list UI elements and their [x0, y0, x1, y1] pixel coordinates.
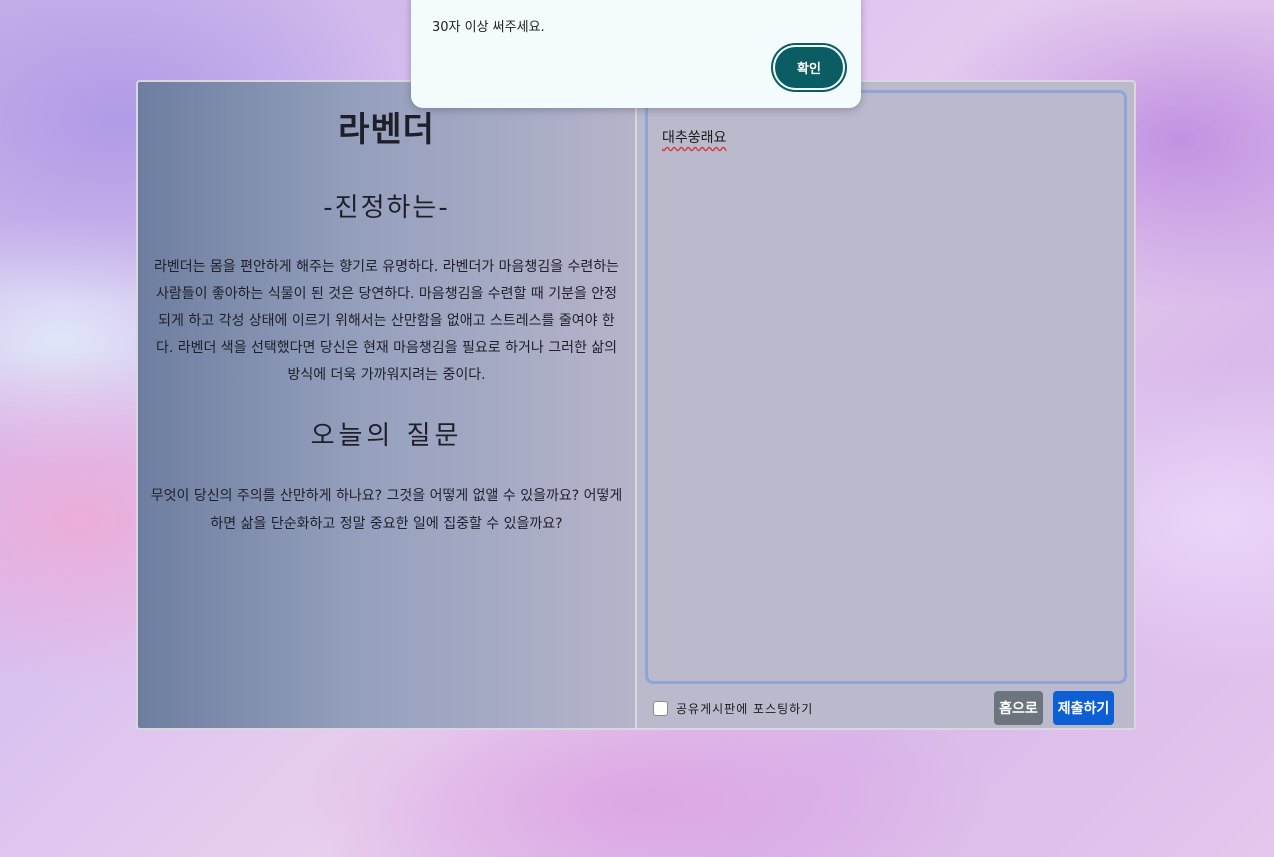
journal-card: 라벤더 -진정하는- 라벤더는 몸을 편안하게 해주는 향기로 유명하다. 라벤…: [136, 80, 1136, 730]
question-title: 오늘의 질문: [310, 421, 463, 451]
answer-textarea[interactable]: 대추쑹래요: [645, 90, 1127, 684]
home-button[interactable]: 홈으로: [994, 691, 1043, 725]
confirm-button[interactable]: 확인: [775, 47, 843, 88]
alert-message: 30자 이상 써주세요.: [432, 20, 545, 35]
share-checkbox-label: 공유게시판에 포스팅하기: [676, 701, 814, 716]
alert-dialog: 30자 이상 써주세요. 확인: [411, 0, 861, 108]
question-text: 무엇이 당신의 주의를 산만하게 하나요? 그것을 어떻게 없앨 수 있을까요?…: [150, 488, 623, 532]
share-checkbox[interactable]: [653, 700, 668, 716]
submit-button[interactable]: 제출하기: [1053, 691, 1114, 725]
flower-info-panel: 라벤더 -진정하는- 라벤더는 몸을 편안하게 해주는 향기로 유명하다. 라벤…: [138, 82, 637, 728]
flower-description: 라벤더는 몸을 편안하게 해주는 향기로 유명하다. 라벤더가 마음챙김을 수련…: [153, 259, 620, 383]
form-actions: 공유게시판에 포스팅하기 홈으로 제출하기: [651, 690, 1114, 726]
answer-panel: 대추쑹래요 공유게시판에 포스팅하기 홈으로 제출하기: [637, 82, 1134, 728]
flower-name: 라벤더: [338, 110, 435, 150]
flower-meaning: -진정하는-: [323, 193, 450, 223]
